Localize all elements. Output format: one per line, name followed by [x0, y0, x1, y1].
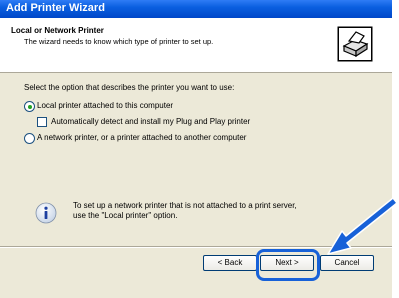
window-title: Add Printer Wizard [6, 2, 105, 14]
local-printer-radio[interactable] [24, 101, 35, 112]
network-printer-radio[interactable] [24, 133, 35, 144]
radio-selected-dot [27, 104, 32, 109]
info-text-line1: To set up a network printer that is not … [73, 201, 297, 210]
network-printer-label[interactable]: A network printer, or a printer attached… [37, 133, 246, 142]
local-printer-label[interactable]: Local printer attached to this computer [37, 101, 173, 110]
pointer-arrow-icon [327, 198, 398, 255]
plug-and-play-label[interactable]: Automatically detect and install my Plug… [51, 117, 250, 126]
next-button-highlight [256, 249, 320, 281]
back-button[interactable]: < Back [203, 255, 257, 271]
page-title: Local or Network Printer [11, 26, 104, 35]
plug-and-play-checkbox[interactable] [37, 117, 47, 127]
printer-icon [337, 26, 373, 62]
info-icon [35, 202, 57, 224]
instruction-text: Select the option that describes the pri… [24, 83, 235, 92]
info-text-line2: use the "Local printer" option. [73, 211, 178, 220]
title-bar[interactable]: Add Printer Wizard [0, 0, 392, 18]
page-subtitle: The wizard needs to know which type of p… [24, 37, 214, 46]
